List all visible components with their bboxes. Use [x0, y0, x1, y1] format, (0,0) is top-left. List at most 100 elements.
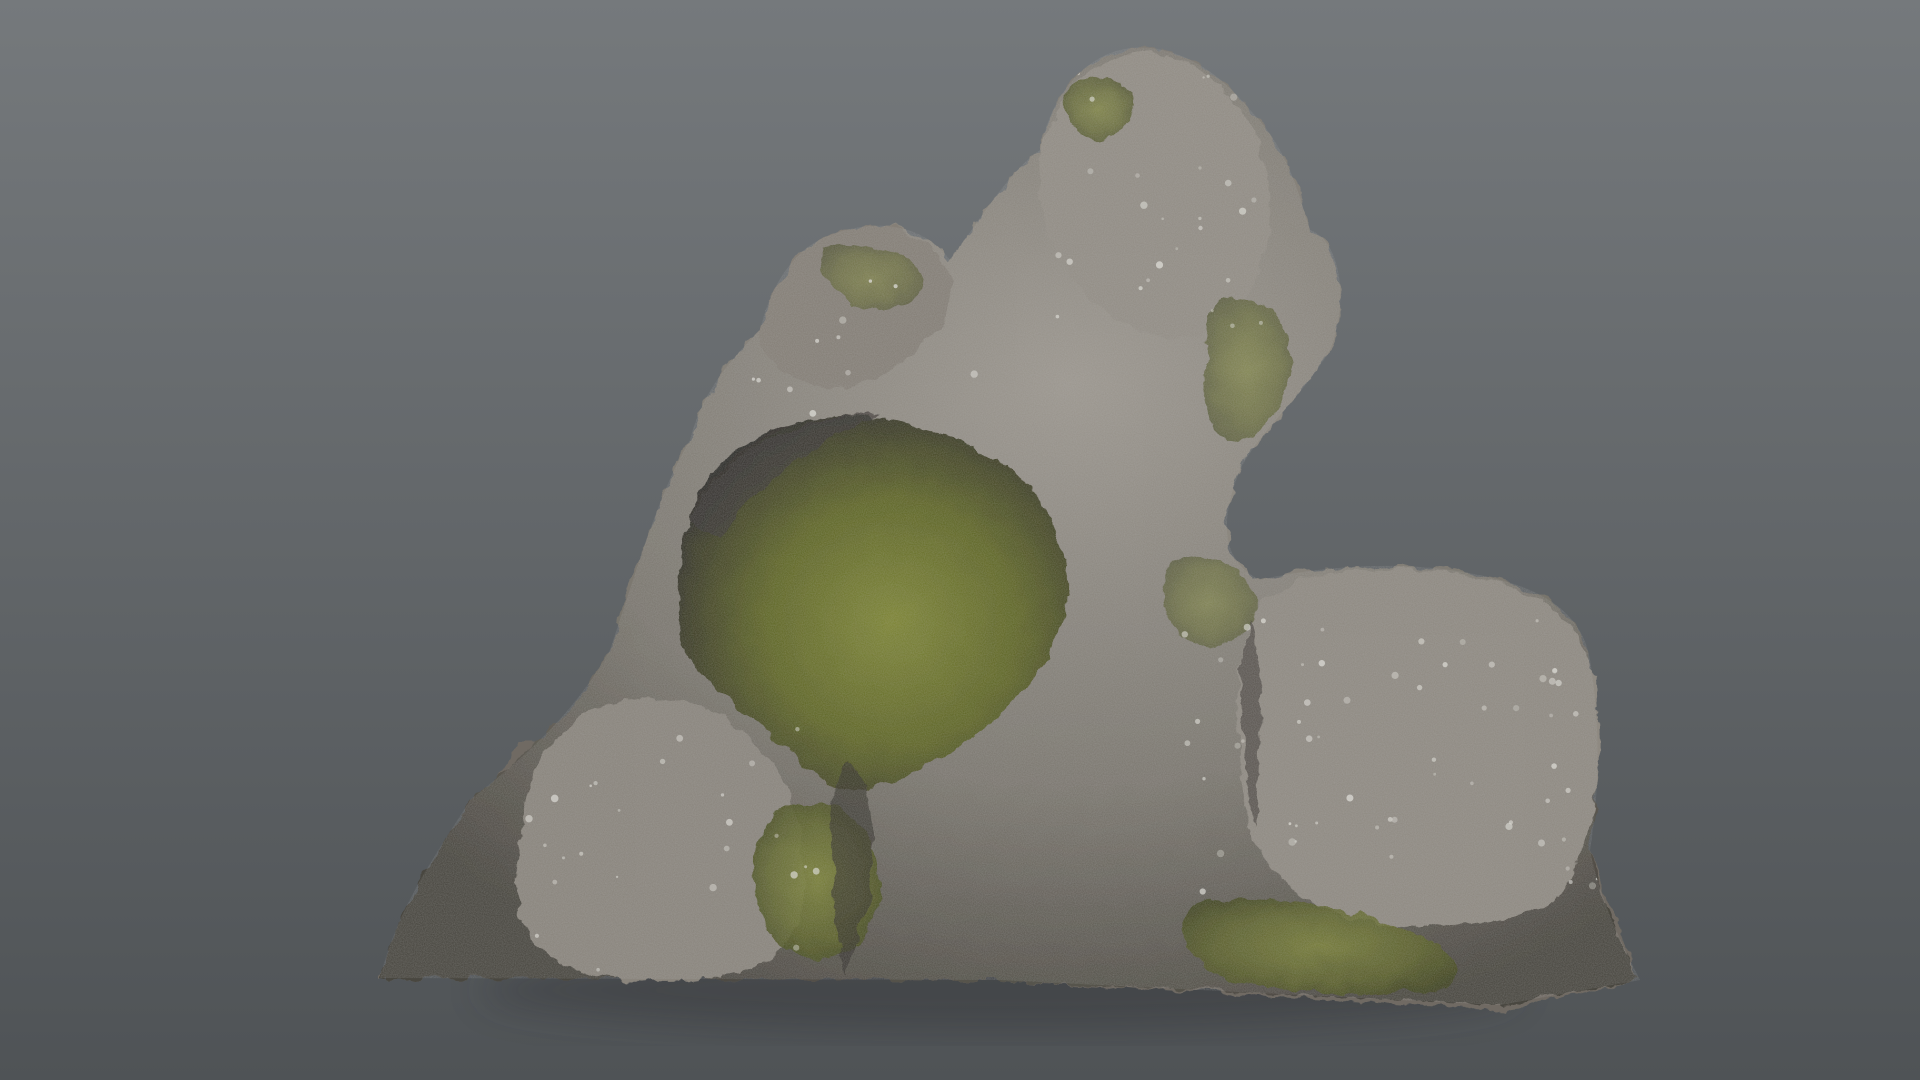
lichen-speck [1565, 787, 1571, 794]
lichen-speck [617, 809, 621, 812]
lichen-speck [812, 867, 820, 875]
lichen-speck [1315, 821, 1319, 825]
lichen-speck [525, 815, 533, 823]
lichen-speck [709, 883, 717, 892]
lichen-speck [1089, 96, 1095, 102]
lichen-speck [1230, 323, 1235, 329]
lichen-speck [562, 856, 565, 860]
lichen-speck [1548, 677, 1556, 685]
lichen-speck [615, 875, 619, 879]
lichen-speck [1199, 888, 1206, 895]
lichen-speck [1161, 217, 1164, 221]
lichen-speck [593, 781, 598, 786]
lichen-speck [804, 865, 808, 869]
rock-model-render [0, 0, 1920, 1080]
lichen-speck [1202, 777, 1206, 781]
lichen-speck [1317, 735, 1320, 739]
lichen-speck [1297, 719, 1301, 724]
lichen-speck [815, 338, 820, 343]
lichen-speck [1175, 247, 1179, 251]
lichen-speck [1258, 320, 1263, 325]
lichen-speck [1301, 663, 1304, 667]
lichen-speck [1561, 837, 1566, 842]
lichen-speck [1146, 278, 1150, 283]
lichen-speck [1391, 671, 1399, 680]
lichen-speck [1138, 286, 1143, 291]
lichen-speck [1260, 618, 1266, 624]
lichen-speck [774, 833, 779, 838]
lichen-speck [1470, 781, 1474, 786]
lichen-speck [1539, 675, 1547, 683]
lichen-speck [1198, 166, 1202, 170]
lichen-speck [1304, 699, 1311, 706]
lichen-speck [1508, 820, 1513, 825]
lichen-speck [1135, 173, 1140, 178]
lichen-speck [543, 843, 547, 848]
lichen-speck [787, 386, 793, 393]
lichen-speck [1224, 179, 1232, 187]
lichen-speck [795, 727, 800, 732]
lichen-speck [1239, 207, 1247, 215]
lichen-speck [552, 879, 558, 885]
lichen-speck [790, 871, 798, 879]
lichen-speck [1431, 757, 1437, 762]
lichen-speck [1565, 866, 1570, 871]
lichen-speck [1375, 825, 1380, 830]
lichen-speck [1243, 623, 1251, 631]
lichen-speck [1545, 798, 1550, 804]
lichen-speck [596, 967, 600, 972]
lichen-speck [1389, 854, 1394, 859]
lichen-speck [1155, 261, 1164, 269]
lichen-speck [793, 944, 800, 951]
lichen-speck [720, 793, 725, 797]
lichen-speck [1210, 309, 1214, 313]
lichen-speck [1202, 76, 1205, 79]
lichen-speck [1206, 74, 1210, 78]
lichen-speck [1433, 772, 1437, 776]
lichen-speck [1387, 817, 1393, 822]
lichen-speck [1225, 278, 1231, 283]
lichen-speck [589, 784, 592, 788]
lichen-speck [1055, 314, 1060, 319]
lichen-speck [1294, 840, 1298, 843]
lichen-speck [676, 734, 684, 742]
lichen-speck [1346, 794, 1354, 802]
lichen-speck [809, 410, 817, 417]
lichen-speck [756, 377, 761, 383]
lichen-speck [893, 284, 898, 289]
lichen-speck [579, 851, 584, 856]
lichen-speck [1230, 93, 1238, 101]
lichen-speck [1198, 216, 1202, 221]
lichen-speck [1481, 705, 1487, 711]
lichen-speck [1588, 882, 1597, 890]
lichen-speck [1087, 168, 1094, 175]
lichen-speck [1218, 657, 1224, 663]
lichen-speck [1195, 718, 1201, 725]
lichen-speck [1295, 824, 1298, 828]
lichen-speck [1066, 258, 1073, 265]
lichen-speck [1416, 684, 1423, 691]
lichen-speck [1488, 661, 1495, 668]
lichen-speck [970, 370, 978, 378]
lichen-speck [836, 335, 841, 340]
lichen-speck [1305, 735, 1313, 742]
lichen-speck [1535, 619, 1539, 623]
lichen-speck [1288, 822, 1292, 826]
lichen-speck [1343, 696, 1351, 704]
lichen-speck [1140, 201, 1148, 209]
lichen-speck [1552, 668, 1558, 673]
lichen-speck [1198, 225, 1203, 231]
lichen-speck [751, 377, 756, 381]
lichen-speck [726, 818, 733, 826]
3d-model-viewport[interactable] [0, 0, 1920, 1080]
lichen-speck [1549, 713, 1553, 718]
lichen-speck [1216, 849, 1225, 858]
lichen-speck [1234, 742, 1241, 749]
lichen-speck [534, 933, 540, 938]
lichen-speck [1318, 660, 1326, 667]
lichen-speck [1538, 839, 1545, 847]
lichen-speck [723, 845, 730, 852]
lichen-speck [1184, 740, 1191, 747]
lichen-speck [1418, 638, 1425, 645]
lichen-speck [1442, 662, 1448, 668]
